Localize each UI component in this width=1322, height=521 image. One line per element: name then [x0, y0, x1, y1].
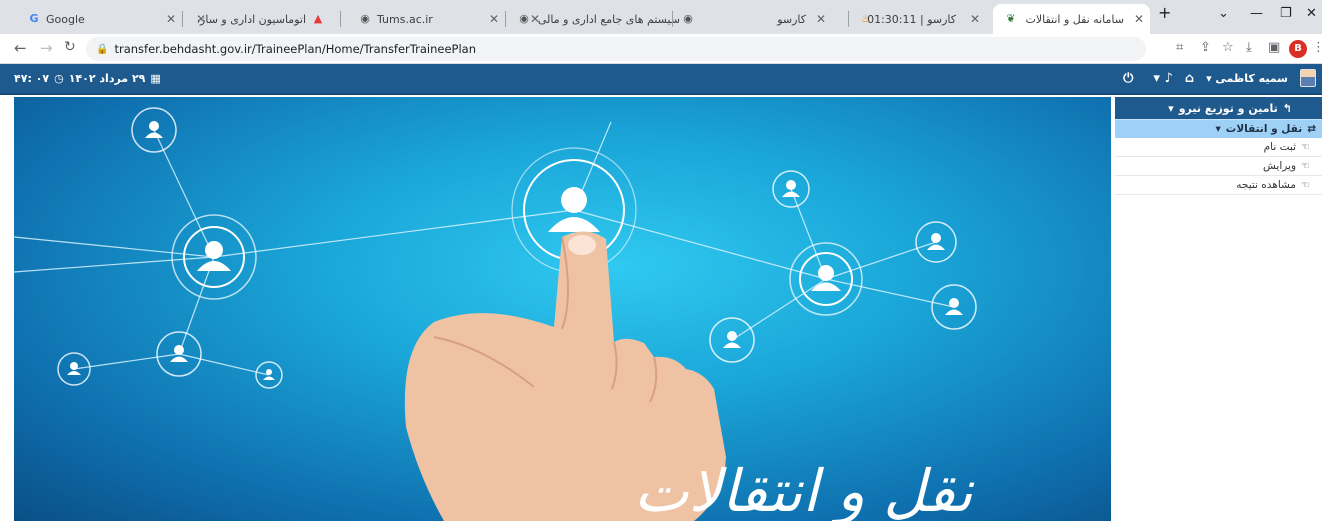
tab-title: Google — [46, 12, 85, 26]
app-header: ▦ ۲۹ مرداد ۱۴۰۲ ◷ ۰۷ :۴۷ سمیه کاظمی ▾ ⌂ … — [0, 64, 1322, 95]
house-icon: ▲ — [313, 12, 323, 25]
address-bar[interactable]: 🔒 transfer.behdasht.gov.ir/TraineePlan/H… — [86, 37, 1146, 61]
menu-item-register[interactable]: ☜ ثبت نام — [1115, 138, 1322, 157]
back-icon[interactable]: ← — [14, 39, 27, 57]
user-name: سمیه کاظمی — [1215, 71, 1288, 85]
clock-icon: ◷ — [54, 72, 64, 85]
user-avatar[interactable] — [1300, 69, 1316, 87]
close-icon[interactable]: ✕ — [816, 12, 826, 26]
banner-title: نقل و انتقالات — [634, 457, 973, 521]
address-url: transfer.behdasht.gov.ir/TraineePlan/Hom… — [114, 42, 476, 56]
header-datetime: ▦ ۲۹ مرداد ۱۴۰۲ ◷ ۰۷ :۴۷ — [14, 72, 161, 85]
hand-pointer-icon: ☜ — [1301, 179, 1310, 191]
menu-item-view-result[interactable]: ☜ مشاهده نتیجه — [1115, 176, 1322, 195]
side-menu: ↰ تامین و توزیع نیرو ▾ ⇄ نقل و انتقالات … — [1115, 97, 1322, 521]
share-icon[interactable]: ⇪ — [1200, 40, 1211, 55]
bell-icon[interactable]: ♪ ▾ — [1153, 71, 1172, 86]
close-icon[interactable]: ✕ — [530, 12, 540, 26]
header-date: ۲۹ مرداد ۱۴۰۲ — [68, 72, 146, 85]
tab-transfer-system[interactable]: ❦ سامانه نقل و انتقالات ✕ — [993, 4, 1150, 34]
translate-icon[interactable]: ⌗ — [1176, 40, 1183, 55]
globe-icon: ◉ — [360, 12, 370, 25]
tab-karso-timer[interactable]: ♨ کارسو | 01:30:11 ✕ — [852, 4, 1000, 34]
refresh-icon: ⇄ — [1307, 123, 1316, 135]
tab-search-icon[interactable]: ⌄ — [1218, 6, 1229, 21]
menu-item-label: مشاهده نتیجه — [1236, 179, 1297, 191]
menu-group-transfers[interactable]: ⇄ نقل و انتقالات ▾ — [1115, 119, 1322, 138]
caret-down-icon: ▾ — [1215, 123, 1221, 135]
browser-tab-strip: G Google ✕ ✕ اتوماسیون اداری و سازمان ال… — [0, 0, 1322, 34]
new-tab-button[interactable]: + — [1158, 3, 1171, 22]
close-icon[interactable]: ✕ — [166, 12, 176, 26]
tab-google[interactable]: G Google ✕ — [14, 4, 184, 34]
globe-icon: ◉ — [683, 12, 693, 25]
calendar-icon: ▦ — [150, 72, 161, 85]
menu-section-title: تامین و توزیع نیرو — [1178, 101, 1278, 115]
tab-title: کارسو — [777, 12, 806, 26]
menu-icon[interactable]: ⋮ — [1312, 40, 1322, 55]
banner-image: نقل و انتقالات — [14, 97, 1111, 521]
globe-icon: ◉ — [519, 12, 529, 25]
close-icon[interactable]: ✕ — [196, 12, 206, 26]
reply-arrow-icon: ↰ — [1282, 101, 1292, 115]
bookmark-star-icon[interactable]: ☆ — [1222, 40, 1234, 55]
close-icon[interactable]: ✕ — [1134, 12, 1144, 26]
forward-icon[interactable]: → — [40, 39, 53, 57]
close-window-icon[interactable]: ✕ — [1306, 6, 1317, 21]
restore-icon[interactable]: ❐ — [1280, 6, 1292, 21]
menu-item-label: ثبت نام — [1263, 141, 1297, 153]
minimize-icon[interactable]: — — [1250, 6, 1263, 21]
hand-pointer-icon: ☜ — [1301, 160, 1310, 172]
tab-title: Tums.ac.ir — [377, 12, 433, 26]
reload-icon[interactable]: ↻ — [64, 39, 76, 55]
power-icon[interactable]: ⏻ — [1123, 71, 1133, 86]
hand-pointer-icon: ☜ — [1301, 141, 1310, 153]
close-icon[interactable]: ✕ — [489, 12, 499, 26]
tab-title: اتوماسیون اداری و سازمان الکترونیک — [198, 12, 306, 26]
menu-group-label: نقل و انتقالات — [1225, 123, 1303, 135]
tab-title: سامانه نقل و انتقالات — [1025, 12, 1124, 26]
caret-down-icon: ▾ — [1168, 101, 1174, 115]
lock-icon[interactable]: 🔒 — [96, 44, 108, 55]
menu-item-label: ویرایش — [1263, 160, 1297, 172]
browser-toolbar: ← → ↻ 🔒 transfer.behdasht.gov.ir/Trainee… — [0, 34, 1322, 64]
menu-section-header[interactable]: ↰ تامین و توزیع نیرو ▾ — [1115, 97, 1322, 119]
leaf-icon: ❦ — [1006, 12, 1016, 25]
header-user-area: سمیه کاظمی ▾ ⌂ ♪ ▾ ⏻ — [1123, 69, 1316, 87]
profile-avatar[interactable]: B — [1289, 40, 1307, 58]
tab-title: کارسو | 01:30:11 — [867, 12, 956, 26]
tab-tums[interactable]: ◉ Tums.ac.ir ✕ — [345, 4, 507, 34]
menu-item-edit[interactable]: ☜ ویرایش — [1115, 157, 1322, 176]
tab-financial-system[interactable]: ◉ ✕ سیستم های جامع اداری و مالی — [510, 4, 688, 34]
header-time: ۰۷ :۴۷ — [14, 72, 50, 85]
fire-icon: ♨ — [861, 12, 871, 25]
tab-title: سیستم های جامع اداری و مالی — [537, 12, 680, 26]
google-icon: G — [29, 12, 39, 25]
close-icon[interactable]: ✕ — [970, 12, 980, 26]
tab-karso[interactable]: ◉ ✕ کارسو — [676, 4, 848, 34]
home-icon[interactable]: ⌂ — [1185, 71, 1194, 86]
side-panel-icon[interactable]: ▣ — [1268, 40, 1280, 55]
download-icon[interactable]: ⤓ — [1246, 40, 1252, 55]
tab-automation[interactable]: ✕ اتوماسیون اداری و سازمان الکترونیک ▲ — [190, 4, 338, 34]
user-menu[interactable]: سمیه کاظمی ▾ — [1206, 72, 1288, 85]
